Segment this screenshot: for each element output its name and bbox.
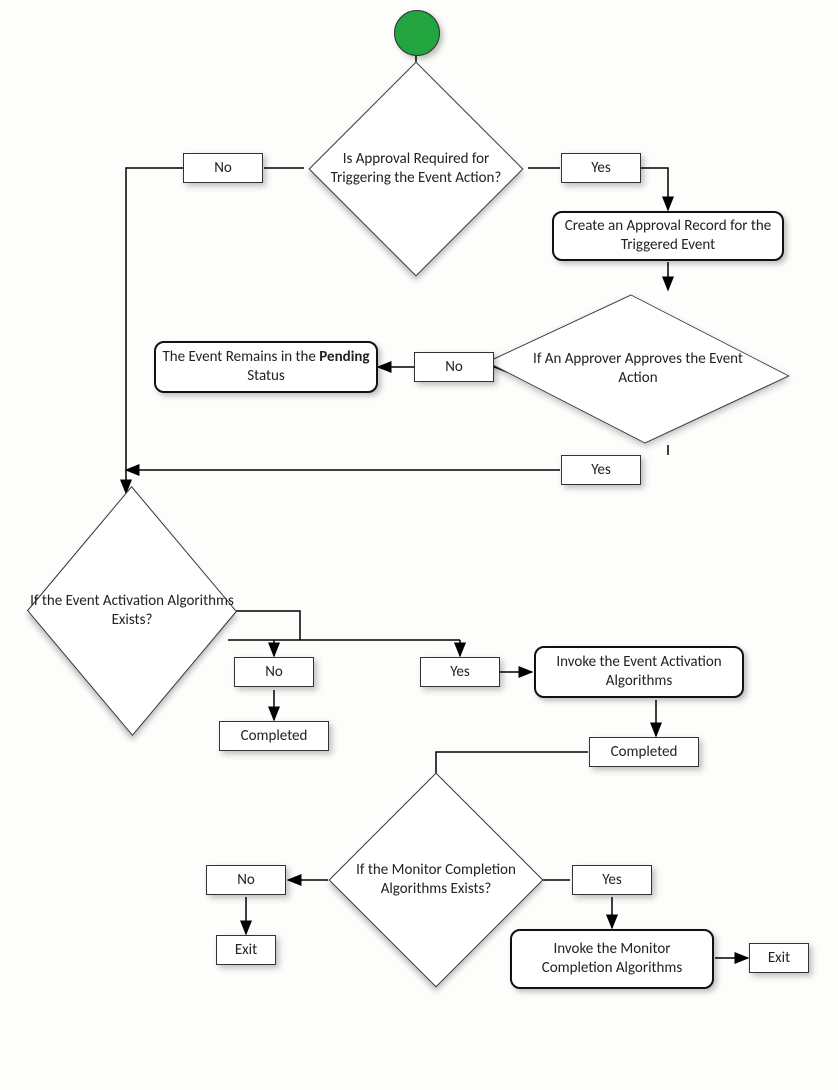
branch-yes-approval: Yes (561, 153, 641, 183)
process-event-pending-text: The Event Remains in the Pending Status (162, 348, 370, 386)
process-create-approval-text: Create an Approval Record for the Trigge… (560, 217, 776, 255)
completed-label-2: Completed (611, 743, 678, 761)
exit-label-1: Exit (235, 941, 257, 959)
state-exit-left: Exit (216, 935, 276, 965)
process-invoke-monitor: Invoke the Monitor Completion Algorithms (510, 929, 714, 989)
yes-label-4: Yes (602, 871, 622, 889)
decision-monitor-exists-text: If the Monitor Completion Algorithms Exi… (331, 861, 541, 899)
no-label-4: No (237, 871, 255, 889)
decision-approval-required: Is Approval Required for Triggering the … (309, 62, 524, 277)
branch-no-approver: No (414, 352, 494, 382)
no-label: No (214, 159, 232, 177)
no-label-2: No (445, 358, 463, 376)
branch-no-activation: No (234, 657, 314, 687)
decision-approval-required-text: Is Approval Required for Triggering the … (311, 150, 521, 188)
process-invoke-monitor-text: Invoke the Monitor Completion Algorithms (518, 940, 706, 978)
start-node (394, 10, 440, 56)
flowchart-canvas: Is Approval Required for Triggering the … (0, 0, 838, 1030)
exit-label-2: Exit (768, 949, 790, 967)
decision-approver-approves-text: If An Approver Approves the Event Action (524, 350, 752, 388)
no-label-3: No (265, 663, 283, 681)
decision-approver-approves: If An Approver Approves the Event Action (486, 295, 789, 444)
state-completed-left: Completed (219, 721, 329, 751)
process-event-pending: The Event Remains in the Pending Status (154, 341, 378, 393)
branch-yes-approver: Yes (561, 455, 641, 485)
decision-activation-exists: If the Event Activation Algorithms Exist… (27, 486, 237, 736)
state-exit-right: Exit (749, 943, 809, 973)
process-invoke-activation: Invoke the Event Activation Algorithms (534, 646, 744, 698)
branch-no-monitor: No (206, 865, 286, 895)
process-invoke-activation-text: Invoke the Event Activation Algorithms (542, 653, 736, 691)
branch-no-approval: No (183, 153, 263, 183)
yes-label: Yes (591, 159, 611, 177)
branch-yes-monitor: Yes (572, 865, 652, 895)
completed-label-1: Completed (241, 727, 308, 745)
process-create-approval: Create an Approval Record for the Trigge… (552, 211, 784, 261)
yes-label-3: Yes (450, 663, 470, 681)
decision-activation-exists-text: If the Event Activation Algorithms Exist… (27, 592, 237, 630)
branch-yes-activation: Yes (420, 657, 500, 687)
state-completed-right: Completed (589, 737, 699, 767)
yes-label-2: Yes (591, 461, 611, 479)
